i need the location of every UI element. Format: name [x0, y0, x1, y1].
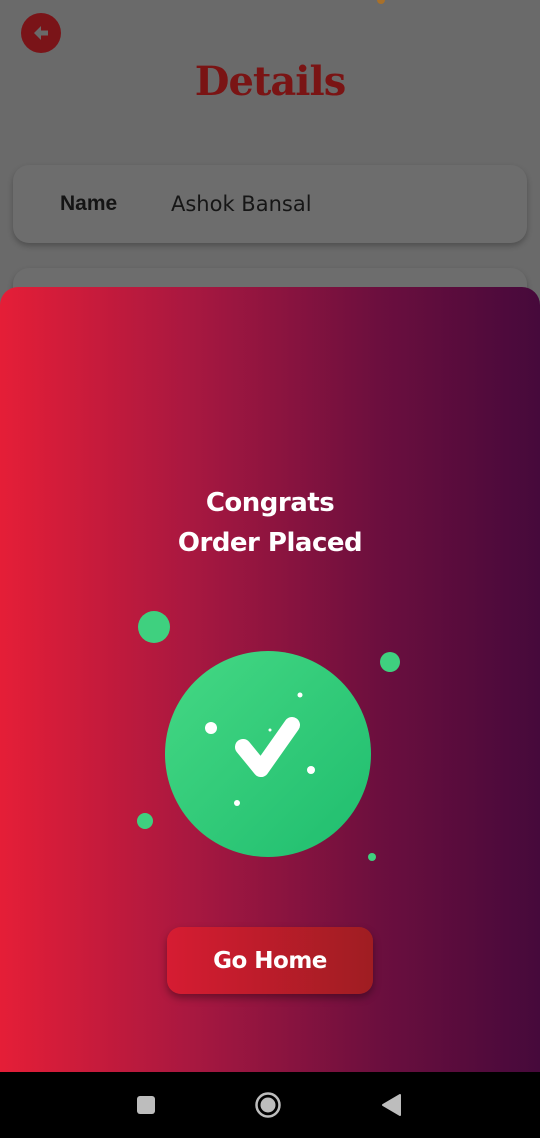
sparkle [268, 728, 272, 732]
success-check-illustration [137, 611, 400, 861]
success-line-1: Congrats [205, 488, 335, 518]
go-home-button[interactable]: Go Home [167, 927, 373, 994]
detail-card-name: Name Ashok Bansal [13, 165, 527, 243]
success-message: Congrats Order Placed [0, 483, 540, 563]
decor-dot [138, 611, 170, 643]
sparkle [205, 722, 217, 734]
decor-dot [380, 652, 400, 672]
arrow-left-icon [34, 26, 48, 40]
success-line-2: Order Placed [177, 528, 363, 558]
sparkle [307, 766, 315, 774]
page-title: Details [194, 58, 346, 105]
back-button[interactable] [21, 13, 61, 53]
home-icon[interactable] [254, 1091, 282, 1119]
decor-dot [368, 853, 376, 861]
sparkle [297, 692, 303, 698]
recent-apps-icon[interactable] [136, 1095, 156, 1115]
decor-dot [137, 813, 153, 829]
sparkle [234, 800, 240, 806]
order-success-sheet: Congrats Order Placed Go Home [0, 287, 540, 1072]
detail-label: Name [60, 192, 118, 215]
detail-value: Ashok Bansal [171, 192, 312, 216]
back-triangle-icon[interactable] [380, 1093, 402, 1117]
status-dot [377, 0, 385, 4]
android-nav-bar [0, 1072, 540, 1138]
